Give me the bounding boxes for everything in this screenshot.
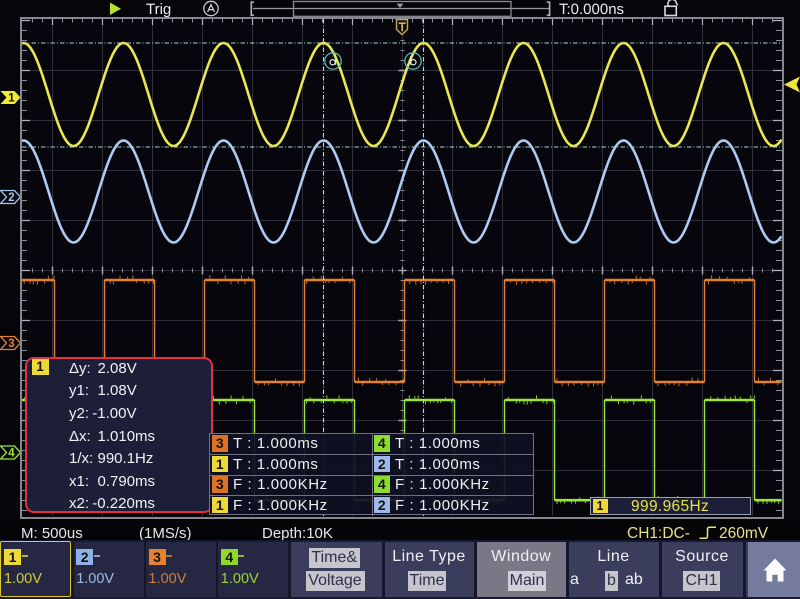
svg-text:Trig: Trig (146, 1, 171, 18)
svg-text:1: 1 (8, 93, 15, 105)
svg-text:3: 3 (8, 338, 14, 350)
svg-text:T:0.000ns: T:0.000ns (559, 1, 624, 18)
svg-text:4: 4 (8, 448, 15, 460)
svg-text:2: 2 (8, 192, 14, 204)
